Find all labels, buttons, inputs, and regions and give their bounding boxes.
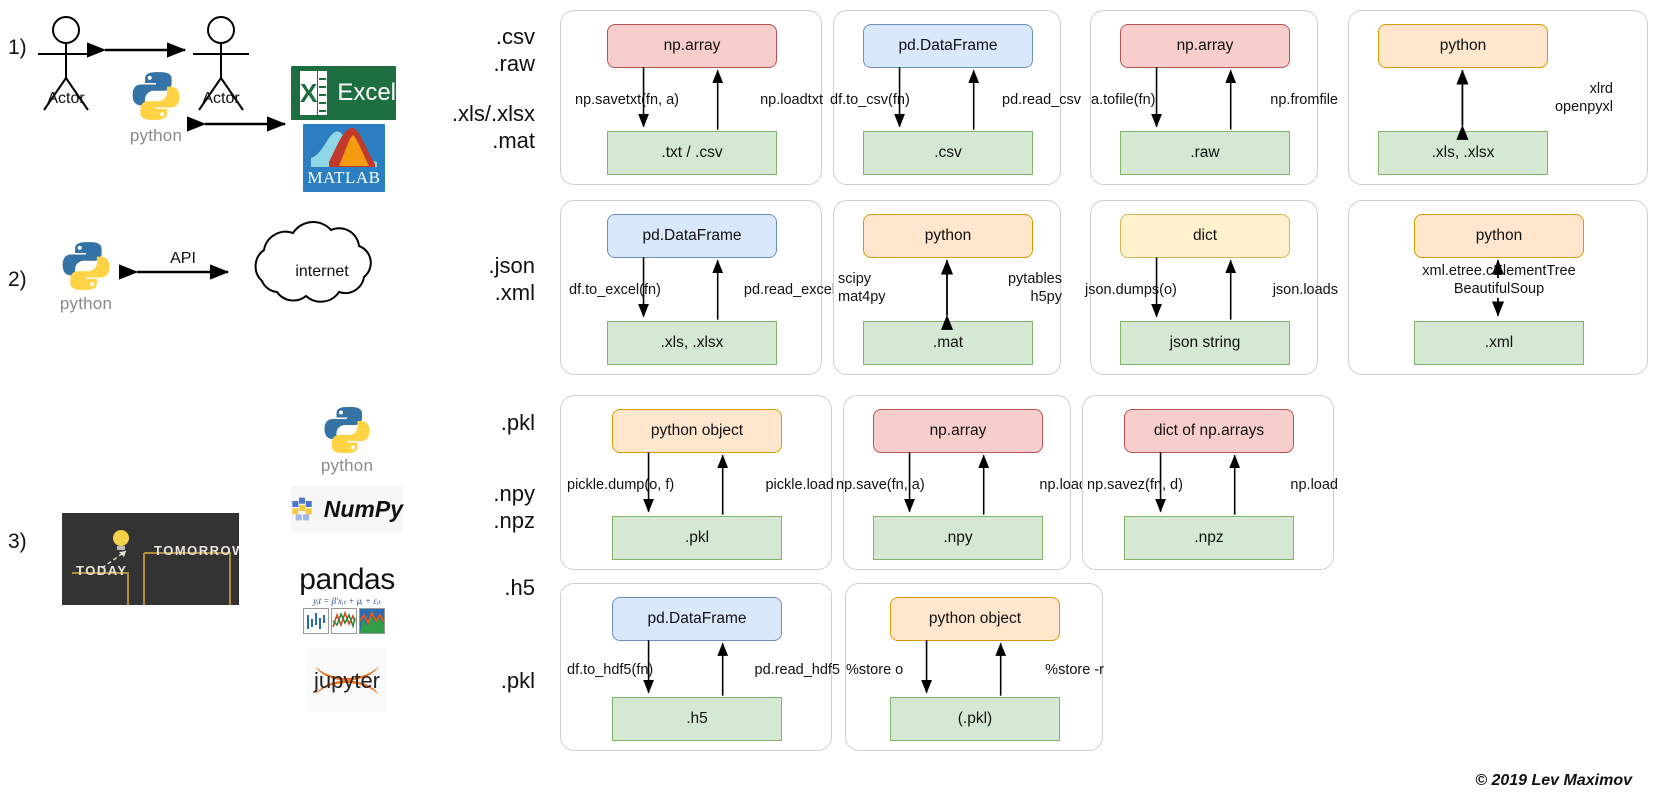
node-source: python object (890, 597, 1060, 641)
node-source: python object (612, 409, 782, 453)
edge-label-read: %store -r (1045, 662, 1104, 678)
edge-label-write: np.savetxt(fn, a) (575, 92, 679, 108)
pandas-charts-icon (303, 608, 385, 634)
node-target: .xls, .xlsx (607, 321, 777, 365)
matlab-label: MATLAB (307, 168, 381, 187)
extension-label-npy-npz: .npy .npz (493, 481, 535, 533)
edge-label-write: %store o (846, 662, 904, 678)
api-label: API (170, 250, 196, 267)
edge-label-read: np.load (1290, 477, 1338, 493)
card-pkl-python[interactable]: python object .pkl pickle.dump(o, f) pic… (560, 395, 834, 570)
card-xls-pandas[interactable]: pd.DataFrame .xls, .xlsx df.to_excel(fn)… (560, 200, 835, 375)
edge-label-read: np.fromfile (1270, 92, 1338, 108)
node-source: pd.DataFrame (612, 597, 782, 641)
row-number-2: 2) (8, 268, 27, 291)
node-target: .npz (1124, 516, 1294, 560)
node-source: python (863, 214, 1033, 258)
node-source: np.array (873, 409, 1043, 453)
node-target: .raw (1120, 131, 1290, 175)
edge-label-libs: xml.etree.cElementTree BeautifulSoup (1422, 263, 1576, 297)
edge-label-read: pd.read_excel (743, 282, 835, 298)
edge-label-read: pytables h5py (1007, 271, 1062, 305)
numpy-cube-icon (292, 497, 312, 521)
node-target: .csv (863, 131, 1033, 175)
node-target: .txt / .csv (607, 131, 777, 175)
python-logo-icon-3 (324, 407, 370, 453)
edge-label-read: np.load (1039, 477, 1087, 493)
motivation-image: TODAY TOMORROW (62, 513, 239, 605)
node-target: .h5 (612, 697, 782, 741)
matlab-logo-icon: MATLAB (303, 124, 385, 192)
extension-label-pkl-2: .pkl (500, 668, 535, 693)
chalkboard-tomorrow-label: TOMORROW (154, 543, 239, 558)
row-number-1: 1) (8, 36, 27, 59)
node-source: python (1378, 24, 1548, 68)
card-npy-numpy[interactable]: np.array .npy np.save(fn, a) np.load (836, 395, 1087, 570)
excel-grid-glyph (318, 71, 328, 115)
matlab-membrane-icon (311, 127, 377, 167)
copyright-notice: © 2019 Lev Maximov (1475, 772, 1632, 789)
node-source: pd.DataFrame (607, 214, 777, 258)
extension-label-json-xml: .json .xml (488, 253, 535, 305)
edge-label-libs: xlrd openpyxl (1554, 81, 1613, 115)
chalkboard-today-label: TODAY (76, 563, 128, 578)
extension-label-h5: .h5 (504, 575, 535, 600)
card-mat-python[interactable]: python .mat scipy mat4py pytables h5py (833, 200, 1062, 375)
card-npz-numpy[interactable]: dict of np.arrays .npz np.savez(fn, d) n… (1082, 395, 1338, 570)
node-source: dict of np.arrays (1124, 409, 1294, 453)
node-source: np.array (607, 24, 777, 68)
python-logo-icon-1 (132, 72, 180, 120)
node-target: .mat (863, 321, 1033, 365)
node-target: .xls, .xlsx (1378, 131, 1548, 175)
node-target: .npy (873, 516, 1043, 560)
node-target: (.pkl) (890, 697, 1060, 741)
node-target: .xml (1414, 321, 1584, 365)
edge-label-read: pd.read_csv (1002, 92, 1081, 108)
card-xml-python[interactable]: python .xml xml.etree.cElementTree Beaut… (1348, 200, 1648, 375)
edge-label-write: df.to_excel(fn) (569, 282, 661, 298)
edge-label-write: json.dumps(o) (1085, 282, 1177, 298)
python-label-1: python (129, 126, 183, 145)
edge-label-read: np.loadtxt (760, 92, 823, 108)
row-number-3: 3) (8, 530, 27, 553)
card-csv-numpy[interactable]: np.array .txt / .csv np.savetxt(fn, a) n… (560, 10, 823, 185)
node-target: json string (1120, 321, 1290, 365)
edge-label-write: a.tofile(fn) (1091, 92, 1156, 108)
python-label-2: python (59, 294, 113, 313)
edge-label-write: np.save(fn, a) (836, 477, 925, 493)
python-label-3: python (320, 456, 374, 475)
card-csv-pandas[interactable]: pd.DataFrame .csv df.to_csv(fn) pd.read_… (830, 10, 1081, 185)
card-raw-numpy[interactable]: np.array .raw a.tofile(fn) np.fromfile (1090, 10, 1338, 185)
edge-label-write: np.savez(fn, d) (1087, 477, 1183, 493)
edge-label-write: scipy mat4py (838, 271, 886, 305)
node-source: np.array (1120, 24, 1290, 68)
chalkboard-steps-icon (62, 513, 239, 605)
node-source: python (1414, 214, 1584, 258)
excel-x-glyph: X (300, 71, 318, 115)
actor-label-left: Actor (47, 90, 85, 107)
edge-label-read: pickle.load (765, 477, 834, 493)
python-logo-icon-2 (62, 242, 110, 290)
diagram-page: 1) 2) 3) python Actor Actor X Excel MATL… (0, 0, 1654, 812)
edge-label-write: df.to_csv(fn) (830, 92, 910, 108)
extension-label-pkl-1: .pkl (500, 410, 535, 435)
edge-label-write: pickle.dump(o, f) (567, 477, 675, 493)
edge-label-read: pd.read_hdf5 (754, 662, 840, 678)
edge-label-read: json.loads (1272, 282, 1338, 298)
extension-label-csv-raw: .csv .raw (493, 24, 535, 76)
extension-label-xls-mat: .xls/.xlsx .mat (451, 101, 535, 153)
internet-label: internet (295, 263, 349, 280)
edge-label-write: df.to_hdf5(fn) (567, 662, 654, 678)
node-target: .pkl (612, 516, 782, 560)
card-h5-pandas[interactable]: pd.DataFrame .h5 df.to_hdf5(fn) pd.read_… (560, 583, 840, 751)
actor-label-right: Actor (202, 90, 240, 107)
card-xls-python[interactable]: python .xls, .xlsx xlrd openpyxl (1348, 10, 1648, 185)
node-source: pd.DataFrame (863, 24, 1033, 68)
card-pkl-jupyter[interactable]: python object (.pkl) %store o %store -r (845, 583, 1104, 751)
excel-logo-icon: X Excel (291, 66, 396, 120)
node-source: dict (1120, 214, 1290, 258)
card-json-dict[interactable]: dict json string json.dumps(o) json.load… (1085, 200, 1338, 375)
